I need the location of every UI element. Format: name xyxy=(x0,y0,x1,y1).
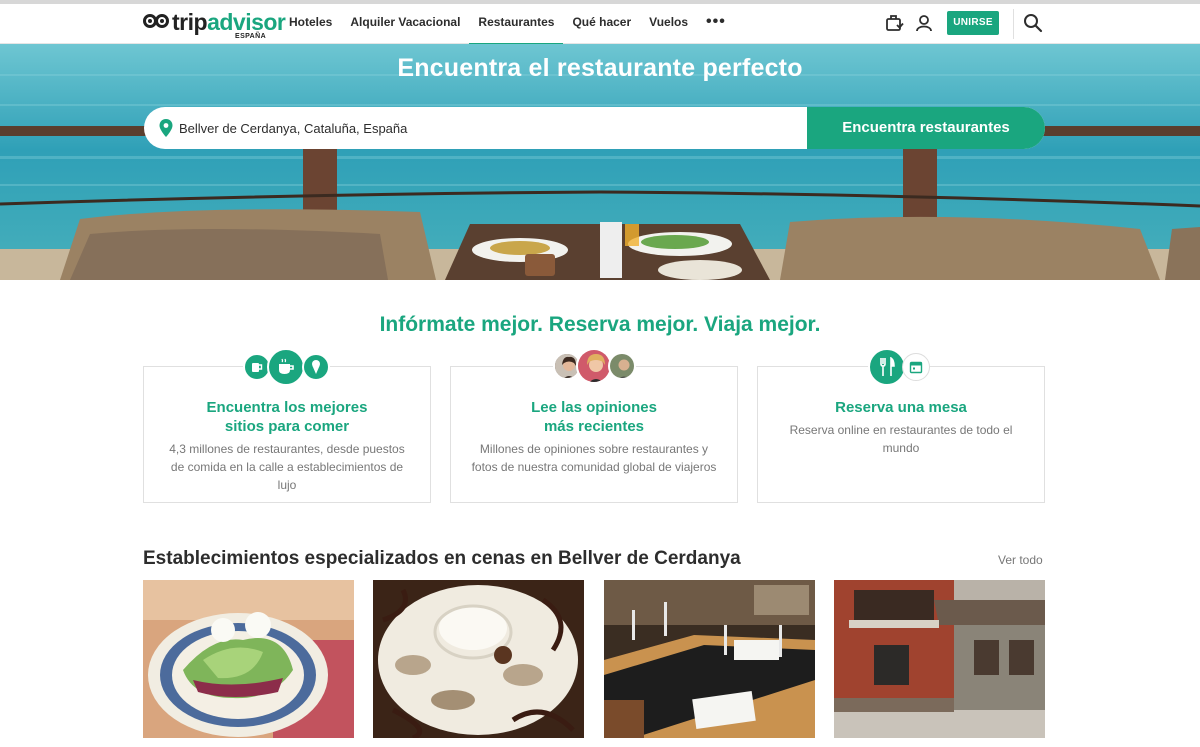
avatar xyxy=(608,352,636,380)
feature-card-reserve: Reserva una mesa Reserva online en resta… xyxy=(757,366,1045,503)
card-title-line1: Encuentra los mejores xyxy=(206,399,368,416)
more-menu-button[interactable]: ••• xyxy=(697,4,735,44)
site-header: tripadvisor ESPAÑA Hoteles Alquiler Vaca… xyxy=(0,4,1200,45)
user-icon[interactable] xyxy=(913,12,935,34)
nav-que-hacer[interactable]: Qué hacer xyxy=(563,4,640,44)
header-divider xyxy=(1013,9,1014,39)
fork-knife-icon xyxy=(868,348,906,386)
card-description: Reserva online en restaurantes de todo e… xyxy=(789,423,1013,455)
location-input[interactable] xyxy=(179,120,779,136)
search-icon[interactable] xyxy=(1022,12,1044,34)
find-restaurants-button[interactable]: Encuentra restaurantes xyxy=(807,107,1045,149)
trips-icon[interactable] xyxy=(883,12,905,34)
location-field[interactable] xyxy=(144,107,807,149)
hero-banner: Encuentra el restaurante perfecto Encuen… xyxy=(0,44,1200,280)
hero-title: Encuentra el restaurante perfecto xyxy=(397,54,803,82)
feature-card-find: Encuentra los mejores sitios para comer … xyxy=(143,366,431,503)
location-pin-icon xyxy=(159,119,173,137)
avatar xyxy=(576,348,612,384)
ice-cream-icon xyxy=(302,353,330,381)
restaurant-facade-photo[interactable] xyxy=(834,580,1045,738)
tripadvisor-logo[interactable]: tripadvisor ESPAÑA xyxy=(143,9,286,40)
card-title-line2: sitios para comer xyxy=(224,418,350,435)
nav-vuelos[interactable]: Vuelos xyxy=(640,4,697,44)
calendar-icon xyxy=(902,353,930,381)
card-title: Reserva una mesa xyxy=(835,399,967,416)
nav-hoteles[interactable]: Hoteles xyxy=(280,4,341,44)
join-button[interactable]: UNIRSE xyxy=(947,11,999,35)
card-description: 4,3 millones de restaurantes, desde pues… xyxy=(169,442,405,492)
card-description: Millones de opiniones sobre restaurantes… xyxy=(471,442,717,474)
dining-room-photo[interactable] xyxy=(604,580,815,738)
main-nav: Hoteles Alquiler Vacacional Restaurantes… xyxy=(280,4,735,45)
coffee-icon xyxy=(267,348,305,386)
feature-card-reviews: Lee las opiniones más recientes Millones… xyxy=(450,366,738,503)
card-title-line2: más recientes xyxy=(543,418,645,435)
nav-alquiler-vacacional[interactable]: Alquiler Vacacional xyxy=(341,4,469,44)
owl-eyes-icon xyxy=(143,13,169,31)
logo-wordmark: tripadvisor xyxy=(172,9,286,35)
card-title-line1: Lee las opiniones xyxy=(531,399,657,416)
section-title: Establecimientos especializados en cenas… xyxy=(143,548,741,569)
goat-cheese-photo[interactable] xyxy=(373,580,584,738)
tagline: Infórmate mejor. Reserva mejor. Viaja me… xyxy=(379,313,821,336)
see-all-link[interactable]: Ver todo xyxy=(998,553,1043,567)
restaurant-search-bar: Encuentra restaurantes xyxy=(144,107,1045,149)
salad-photo[interactable] xyxy=(143,580,354,738)
nav-restaurantes[interactable]: Restaurantes xyxy=(469,4,564,45)
logo-country: ESPAÑA xyxy=(235,33,267,40)
